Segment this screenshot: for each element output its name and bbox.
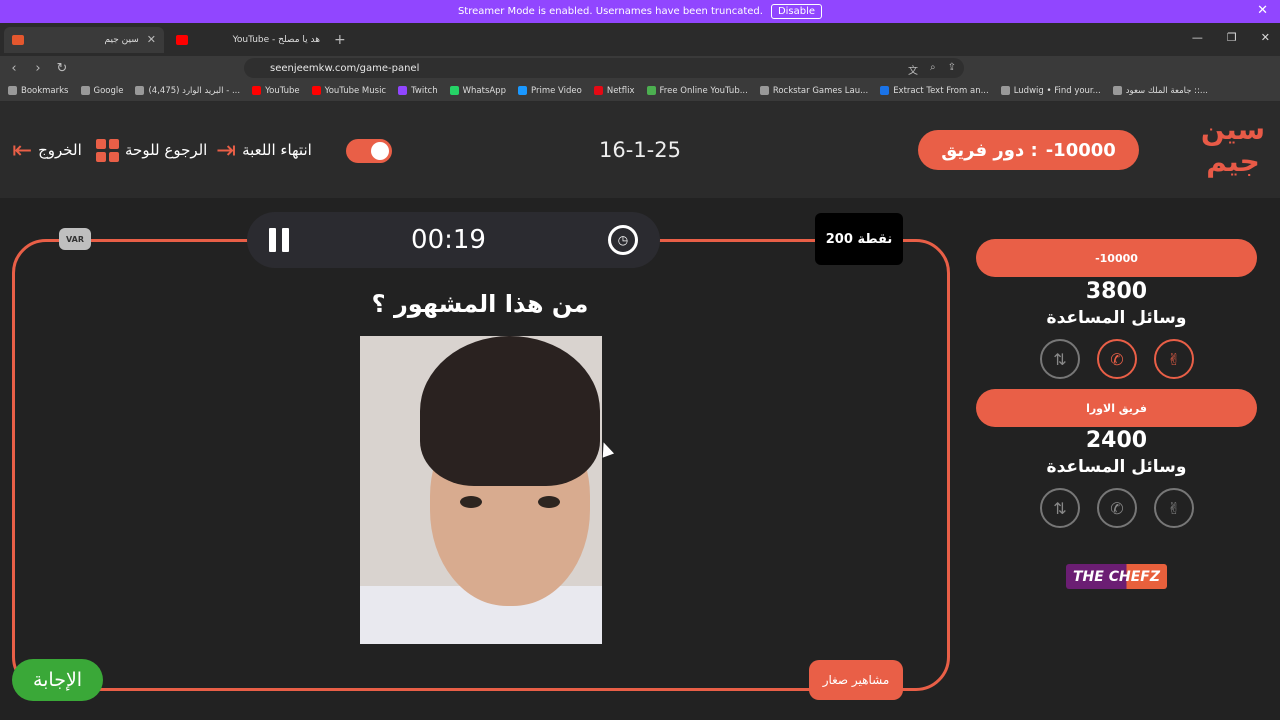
bookmark-item[interactable]: Extract Text From an... <box>880 86 989 96</box>
question-image <box>360 336 602 644</box>
turn-label: دور فريق : <box>941 139 1038 161</box>
tab-title: سين جيم <box>104 34 139 45</box>
disable-streamer-button[interactable]: Disable <box>770 4 823 19</box>
bookmark-item[interactable]: (4,475) البريد الوارد - ... <box>135 86 240 96</box>
victory-hand-icon[interactable]: ✌ <box>1154 339 1194 379</box>
var-badge[interactable]: VAR <box>59 228 91 250</box>
back-to-board-label: الرجوع للوحة <box>125 141 208 159</box>
question-text: من هذا المشهور ؟ <box>371 290 589 318</box>
translate-icon[interactable]: 文 <box>908 62 918 77</box>
window-close-icon[interactable]: ✕ <box>1261 31 1270 44</box>
restore-icon[interactable]: ❐ <box>1227 31 1237 44</box>
share-icon[interactable]: ⇪ <box>948 62 956 77</box>
settings-toggle[interactable] <box>346 139 392 163</box>
back-to-board-button[interactable]: الرجوع للوحة <box>96 135 207 165</box>
bookmarks-bar: Bookmarks Google (4,475) البريد الوارد -… <box>0 80 1280 102</box>
streamer-banner-text: Streamer Mode is enabled. Usernames have… <box>457 6 763 17</box>
reset-timer-icon[interactable]: ◷ <box>608 225 638 255</box>
zoom-icon[interactable]: ⌕ <box>930 62 936 77</box>
arrow-right-icon: ⇥ <box>216 136 237 164</box>
aids-label-2: وسائل المساعدة <box>1046 457 1187 477</box>
game-date: 16-1-25 <box>599 138 681 162</box>
phone-call-icon[interactable]: ✆ <box>1097 339 1137 379</box>
switch-question-icon[interactable]: ⇅ <box>1040 488 1080 528</box>
bookmark-item[interactable]: Twitch <box>398 86 438 96</box>
aids-label-1: وسائل المساعدة <box>1046 308 1187 328</box>
bookmark-item[interactable]: YouTube Music <box>311 86 386 96</box>
tab-youtube[interactable]: YouTube - هد يا مصلح <box>168 27 328 53</box>
timer-display: 00:19 <box>411 225 486 255</box>
top-bar: سين جيم دور فريق : -10000 16-1-25 ⇥ انته… <box>0 102 1280 198</box>
timer-bar: 00:19 ◷ <box>247 212 660 268</box>
address-bar-row: ‹ › ↻ seenjeemkw.com/game-panel 文 ⌕ ⇪ <box>0 56 1280 80</box>
seenjeem-favicon-icon <box>12 34 24 45</box>
game-panel: سين جيم دور فريق : -10000 16-1-25 ⇥ انته… <box>0 102 1280 720</box>
minimize-icon[interactable]: — <box>1192 31 1203 44</box>
turn-value: -10000 <box>1045 139 1116 161</box>
points-badge: 200 نقطة <box>815 213 903 265</box>
team-score-2: 2400 <box>1085 428 1148 453</box>
turn-indicator: دور فريق : -10000 <box>918 130 1139 170</box>
bookmark-item[interactable]: YouTube <box>252 86 300 96</box>
tab-close-icon[interactable]: ✕ <box>147 33 156 46</box>
switch-question-icon[interactable]: ⇅ <box>1040 339 1080 379</box>
sponsor-logo: THE CHEFZ <box>1066 564 1167 589</box>
bookmark-item[interactable]: Ludwig • Find your... <box>1000 86 1101 96</box>
team-score-1: 3800 <box>1085 279 1148 304</box>
door-exit-icon: ⇤ <box>12 136 33 164</box>
exit-button[interactable]: ⇤ الخروج <box>12 135 82 165</box>
bookmark-item[interactable]: Netflix <box>593 86 635 96</box>
youtube-favicon-icon <box>176 34 188 45</box>
bookmark-item[interactable]: WhatsApp <box>449 86 506 96</box>
gear-icon <box>371 142 389 160</box>
grid-icon <box>96 138 119 162</box>
end-game-label: انتهاء اللعبة <box>242 141 312 159</box>
close-icon[interactable]: ✕ <box>1257 3 1268 18</box>
url-text: seenjeemkw.com/game-panel <box>270 62 420 74</box>
phone-call-icon[interactable]: ✆ <box>1097 488 1137 528</box>
tab-title: YouTube - هد يا مصلح <box>232 34 320 45</box>
url-input[interactable]: seenjeemkw.com/game-panel 文 ⌕ ⇪ <box>244 58 964 78</box>
reload-icon[interactable]: ↻ <box>52 61 72 76</box>
answer-button[interactable]: الإجابة <box>12 659 103 701</box>
end-game-button[interactable]: ⇥ انتهاء اللعبة <box>216 135 312 165</box>
pause-icon[interactable] <box>269 228 289 252</box>
victory-hand-icon[interactable]: ✌ <box>1154 488 1194 528</box>
bookmark-item[interactable]: Free Online YouTub... <box>646 86 748 96</box>
forward-icon[interactable]: › <box>28 61 48 76</box>
team-name-1: -10000 <box>976 239 1257 277</box>
category-badge: مشاهير صغار <box>809 660 903 700</box>
bookmark-item[interactable]: Rockstar Games Lau... <box>759 86 868 96</box>
window-controls: — ❐ ✕ <box>1192 31 1270 44</box>
seenjeem-logo: سين جيم <box>1200 113 1266 178</box>
aids-row-1: ⇅ ✆ ✌ <box>1040 339 1194 379</box>
aids-row-2: ⇅ ✆ ✌ <box>1040 488 1194 528</box>
tab-bar: سين جيم ✕ YouTube - هد يا مصلح + — ❐ ✕ <box>0 23 1280 56</box>
team-name-2: فريق الاورا <box>976 389 1257 427</box>
back-icon[interactable]: ‹ <box>4 61 24 76</box>
bookmark-item[interactable]: Google <box>80 86 123 96</box>
bookmark-item[interactable]: جامعة الملك سعود ::... <box>1112 86 1208 96</box>
exit-label: الخروج <box>38 141 82 159</box>
tab-seenjeem[interactable]: سين جيم ✕ <box>4 26 164 53</box>
bookmark-item[interactable]: Bookmarks <box>8 86 69 96</box>
streamer-mode-banner: Streamer Mode is enabled. Usernames have… <box>0 0 1280 23</box>
bookmark-item[interactable]: Prime Video <box>517 86 582 96</box>
new-tab-icon[interactable]: + <box>334 32 346 48</box>
